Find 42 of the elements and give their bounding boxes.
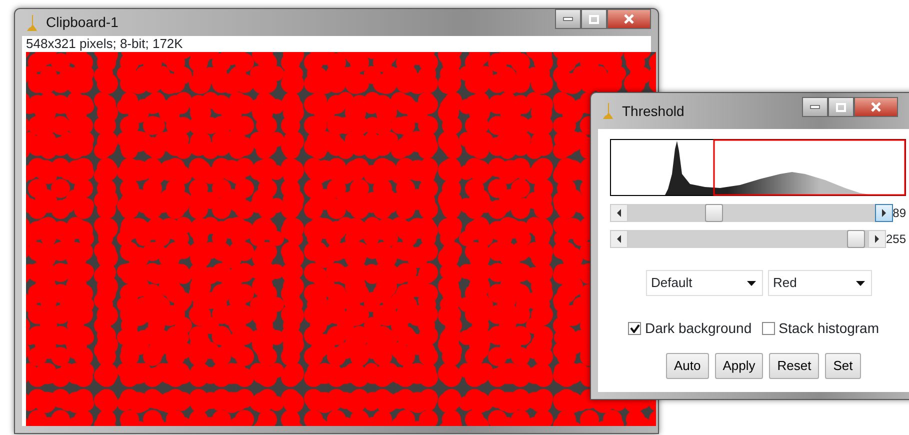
dialog-button[interactable]: Apply xyxy=(714,353,764,379)
maximize-icon xyxy=(836,102,846,112)
checkbox-label: Stack histogram xyxy=(778,319,879,338)
left-arrow-icon xyxy=(616,235,622,243)
minimize-button[interactable] xyxy=(802,97,828,117)
caret-icon xyxy=(747,280,756,286)
maximize-button[interactable] xyxy=(828,97,854,117)
checkbox-label: Dark background xyxy=(645,319,752,338)
right-arrow-icon xyxy=(880,209,887,217)
dropdown-value: Red xyxy=(773,274,797,292)
minimize-button[interactable] xyxy=(555,9,581,29)
checkbox[interactable] xyxy=(762,322,775,335)
scroll-left-button[interactable] xyxy=(610,204,628,222)
left-arrow-icon xyxy=(616,209,622,217)
dropdown-value: Default xyxy=(651,274,692,292)
checkmark-icon xyxy=(630,324,640,333)
dialog-button[interactable]: Auto xyxy=(666,353,709,379)
minimize-icon xyxy=(563,17,573,21)
minimize-icon xyxy=(810,105,820,109)
slider-thumb[interactable] xyxy=(847,230,865,248)
maximize-icon xyxy=(589,14,599,24)
dropdown[interactable]: Red xyxy=(768,270,872,296)
image-info: 548x321 pixels; 8-bit; 172K xyxy=(25,36,184,52)
close-button[interactable] xyxy=(854,97,898,117)
close-icon xyxy=(871,102,881,112)
caret-icon xyxy=(856,280,865,286)
window-title: Threshold xyxy=(622,102,684,120)
slider-value: 255 xyxy=(886,231,906,248)
right-arrow-icon xyxy=(874,235,880,243)
scroll-right-button[interactable] xyxy=(868,230,886,248)
close-icon xyxy=(624,14,634,24)
window-title: Clipboard-1 xyxy=(46,13,118,32)
dropdown[interactable]: Default xyxy=(646,270,763,296)
maximize-button[interactable] xyxy=(581,9,607,29)
close-button[interactable] xyxy=(607,9,651,29)
dialog-button[interactable]: Reset xyxy=(769,353,820,379)
dialog-button[interactable]: Set xyxy=(825,353,861,379)
checkbox[interactable] xyxy=(628,322,641,335)
slider-thumb[interactable] xyxy=(704,204,723,222)
scroll-right-button[interactable] xyxy=(874,204,893,222)
scroll-left-button[interactable] xyxy=(610,230,628,248)
slider-value: 89 xyxy=(892,205,906,222)
